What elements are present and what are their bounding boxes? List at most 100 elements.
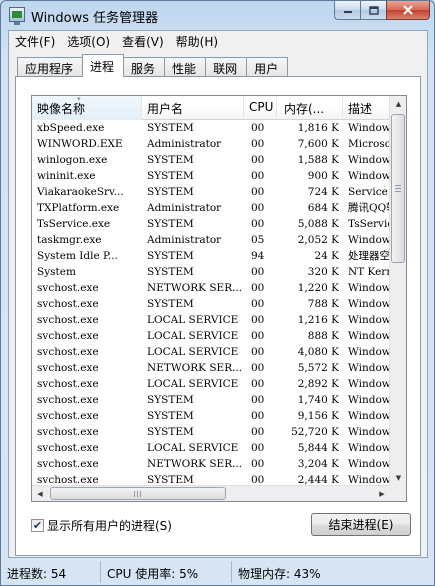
tab-processes[interactable]: 进程 [82, 54, 125, 77]
process-description-cell: Service [348, 186, 388, 198]
vertical-scrollbar[interactable]: ▲ ▼ [389, 96, 406, 486]
process-user-cell: Administrator [147, 234, 222, 246]
process-name-cell: System Idle P... [37, 250, 118, 262]
menu-bar: 文件(F) 选项(O) 查看(V) 帮助(H) [9, 31, 427, 50]
task-manager-icon [9, 7, 25, 25]
tab-performance[interactable]: 性能 [164, 57, 207, 77]
tab-services[interactable]: 服务 [123, 57, 166, 77]
sort-arrow-icon: ▾ [77, 96, 81, 103]
process-row[interactable]: svchost.exe LOCAL SERVICE 00 1,216 K Windows [32, 312, 390, 328]
column-cpu-label: CPU [249, 100, 274, 114]
horizontal-scrollbar[interactable]: ◀ ▶ [32, 485, 390, 501]
process-cpu-cell: 00 [251, 138, 265, 150]
tab-networking[interactable]: 联网 [205, 57, 248, 77]
process-row[interactable]: svchost.exe LOCAL SERVICE 00 2,892 K Windows [32, 376, 390, 392]
process-cpu-cell: 94 [251, 250, 265, 262]
process-row[interactable]: svchost.exe LOCAL SERVICE 00 4,080 K Windows [32, 344, 390, 360]
show-all-users-checkbox[interactable]: ✔ [31, 519, 44, 532]
process-row[interactable]: TsService.exe SYSTEM 00 5,088 K TsService [32, 216, 390, 232]
vertical-scroll-thumb[interactable] [391, 114, 405, 263]
process-row[interactable]: svchost.exe LOCAL SERVICE 00 5,844 K Windows [32, 440, 390, 456]
process-row[interactable]: svchost.exe NETWORK SER... 00 5,572 K Window… [32, 360, 390, 376]
column-user-name[interactable]: 用户名 [142, 96, 244, 120]
process-description-cell: 处理器空闲 [348, 250, 390, 262]
process-row[interactable]: taskmgr.exe Administrator 05 2,052 K Windows [32, 232, 390, 248]
column-cpu[interactable]: CPU [244, 96, 277, 120]
process-name-cell: svchost.exe [37, 378, 99, 390]
process-user-cell: LOCAL SERVICE [147, 442, 239, 454]
process-memory-cell: 2,444 K [297, 474, 339, 486]
column-description[interactable]: 描述 [343, 96, 390, 120]
menu-options[interactable]: 选项(O) [61, 31, 116, 50]
process-user-cell: SYSTEM [147, 474, 194, 486]
process-memory-cell: 5,088 K [297, 218, 339, 230]
process-description-cell: Windows [348, 442, 390, 454]
process-user-cell: Administrator [147, 138, 222, 150]
process-row[interactable]: svchost.exe SYSTEM 00 9,156 K Windows [32, 408, 390, 424]
process-row[interactable]: TXPlatform.exe Administrator 00 684 K 腾讯QQ辅助 [32, 200, 390, 216]
process-name-cell: svchost.exe [37, 282, 99, 294]
process-name-cell: svchost.exe [37, 394, 99, 406]
process-description-cell: NT Kernel [348, 266, 390, 278]
tab-users[interactable]: 用户 [246, 57, 289, 77]
process-cpu-cell: 00 [251, 474, 265, 486]
process-cpu-cell: 00 [251, 202, 265, 214]
show-all-users-option[interactable]: ✔ 显示所有用户的进程(S) [31, 517, 172, 534]
scroll-right-button[interactable]: ▶ [374, 486, 390, 501]
process-memory-cell: 1,216 K [297, 314, 339, 326]
process-name-cell: System [37, 266, 76, 278]
process-user-cell: NETWORK SER... [147, 362, 243, 374]
tab-applications[interactable]: 应用程序 [17, 57, 84, 77]
process-name-cell: svchost.exe [37, 346, 99, 358]
process-row[interactable]: System Idle P... SYSTEM 94 24 K 处理器空闲 [32, 248, 390, 264]
process-row[interactable]: svchost.exe SYSTEM 00 52,720 K Windows [32, 424, 390, 440]
process-user-cell: SYSTEM [147, 154, 194, 166]
status-cpu-usage: CPU 使用率: 5% [101, 561, 232, 583]
process-row[interactable]: WINWORD.EXE Administrator 00 7,600 K Microso… [32, 136, 390, 152]
process-description-cell: Microsoft [348, 138, 390, 150]
menu-view[interactable]: 查看(V) [116, 31, 170, 50]
process-row[interactable]: xbSpeed.exe SYSTEM 00 1,816 K Windows [32, 120, 390, 136]
process-cpu-cell: 00 [251, 266, 265, 278]
process-cpu-cell: 00 [251, 314, 265, 326]
process-row[interactable]: System SYSTEM 00 320 K NT Kernel [32, 264, 390, 280]
scroll-up-arrow-icon: ▲ [395, 100, 402, 108]
process-row[interactable]: ViakaraokeSrv... SYSTEM 00 724 K Service [32, 184, 390, 200]
process-row[interactable]: winlogon.exe SYSTEM 00 1,588 K Windows [32, 152, 390, 168]
scroll-up-button[interactable]: ▲ [391, 96, 406, 112]
title-bar[interactable]: Windows 任务管理器 [1, 1, 434, 29]
process-row[interactable]: wininit.exe SYSTEM 00 900 K Windows [32, 168, 390, 184]
process-user-cell: SYSTEM [147, 298, 194, 310]
column-memory-label: 内存(... [284, 102, 325, 116]
column-image-name-label: 映像名称 [37, 102, 86, 116]
minimize-button[interactable] [334, 1, 360, 20]
process-row[interactable]: svchost.exe LOCAL SERVICE 00 888 K Windows [32, 328, 390, 344]
column-memory[interactable]: 内存(... [277, 96, 343, 120]
scroll-down-arrow-icon: ▼ [395, 474, 402, 482]
process-description-cell: Windows [348, 378, 390, 390]
process-name-cell: svchost.exe [37, 362, 99, 374]
scroll-down-button[interactable]: ▼ [391, 470, 406, 486]
process-row[interactable]: svchost.exe NETWORK SER... 00 1,220 K Window… [32, 280, 390, 296]
process-cpu-cell: 00 [251, 394, 265, 406]
process-row[interactable]: svchost.exe SYSTEM 00 2,444 K Windows [32, 472, 390, 486]
scroll-right-arrow-icon: ▶ [379, 489, 385, 498]
process-row[interactable]: svchost.exe SYSTEM 00 1,740 K Windows [32, 392, 390, 408]
process-row[interactable]: svchost.exe NETWORK SER... 00 3,204 K Window… [32, 456, 390, 472]
maximize-button[interactable] [360, 1, 386, 20]
window-title: Windows 任务管理器 [31, 11, 159, 26]
column-image-name[interactable]: ▾ 映像名称 [32, 96, 142, 120]
scroll-left-button[interactable]: ◀ [32, 486, 48, 501]
process-description-cell: Windows [348, 170, 390, 182]
process-description-cell: Windows [348, 362, 390, 374]
close-button[interactable] [386, 1, 430, 20]
horizontal-scroll-thumb[interactable] [50, 487, 226, 500]
task-manager-window: Windows 任务管理器 文件(F) 选项(O) 查看(V) 帮助(H) 应用… [0, 0, 435, 586]
menu-file[interactable]: 文件(F) [9, 31, 61, 50]
caption-buttons [334, 1, 430, 21]
process-row[interactable]: svchost.exe SYSTEM 00 788 K Windows [32, 296, 390, 312]
menu-help[interactable]: 帮助(H) [170, 31, 224, 50]
end-process-button[interactable]: 结束进程(E) [311, 513, 411, 536]
process-description-cell: Windows [348, 346, 390, 358]
thumb-grip-line [134, 491, 135, 497]
